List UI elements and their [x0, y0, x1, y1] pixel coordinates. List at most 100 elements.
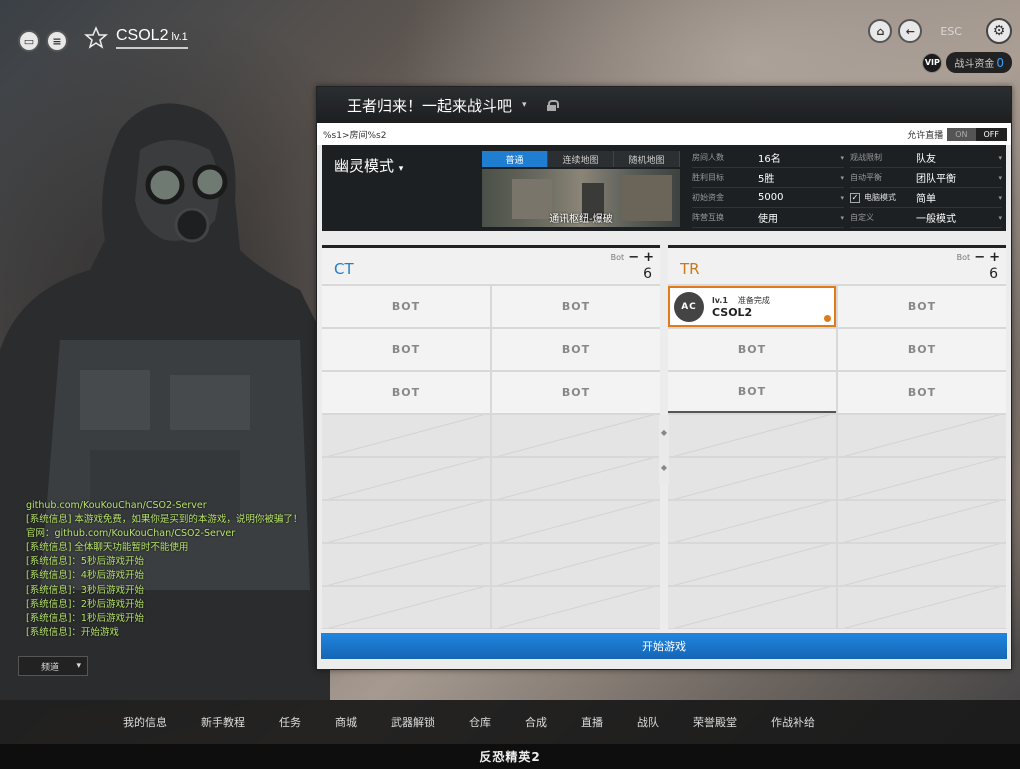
live-toggle[interactable]: ON OFF — [947, 127, 1007, 141]
nav-weapon-unlock[interactable]: 武器解锁 — [391, 714, 435, 730]
tr-slot-bot[interactable]: BOT — [668, 329, 836, 370]
ct-slot-empty[interactable] — [322, 544, 490, 585]
tab-continuous-map[interactable]: 连续地图 — [548, 151, 614, 167]
chat-toggle-icon[interactable]: ▭ — [18, 30, 40, 52]
vip-badge[interactable]: VIP — [922, 52, 943, 73]
game-mode-select[interactable]: 幽灵模式 ▾ — [334, 157, 403, 175]
nav-live[interactable]: 直播 — [581, 714, 603, 730]
nav-hall-of-fame[interactable]: 荣誉殿堂 — [693, 714, 737, 730]
tr-slot-bot[interactable]: BOT — [838, 286, 1006, 327]
chat-log: github.com/KouKouChan/CSO2-Server [系统信息]… — [26, 499, 302, 640]
team-tr: TR Bot − + 6 AC lv.1 准备完成 CSOL2 BOT BOT … — [668, 245, 1006, 629]
nav-supply[interactable]: 作战补给 — [771, 714, 815, 730]
ct-slot-empty[interactable] — [492, 458, 660, 499]
nav-tutorial[interactable]: 新手教程 — [201, 714, 245, 730]
chat-line: [系统信息]：1秒后游戏开始 — [26, 612, 144, 624]
tr-slot-empty[interactable] — [838, 415, 1006, 456]
ct-slot-bot[interactable]: BOT — [492, 372, 660, 413]
toggle-on[interactable]: ON — [947, 127, 976, 141]
home-icon[interactable]: ⌂ — [868, 19, 893, 43]
ct-slot-empty[interactable] — [492, 415, 660, 456]
map-thumbnail[interactable]: 通讯枢纽-爆破 — [482, 169, 680, 227]
tr-slot-bot[interactable]: BOT — [668, 372, 836, 413]
room-path: %s1>房间%s2 — [323, 130, 387, 141]
tab-random-map[interactable]: 随机地图 — [614, 151, 680, 167]
option-auto-balance[interactable]: 自动平衡 团队平衡 ▾ — [850, 168, 1002, 188]
tr-slot-empty[interactable] — [668, 415, 836, 456]
nav-inventory[interactable]: 仓库 — [469, 714, 491, 730]
fund-display: 战斗资金 0 — [946, 52, 1012, 73]
lock-icon[interactable] — [546, 99, 559, 111]
live-label: 允许直播 — [907, 130, 944, 141]
player-emblem-icon: AC — [674, 291, 704, 322]
ct-slot-bot[interactable]: BOT — [492, 329, 660, 370]
map-name: 通讯枢纽-爆破 — [549, 214, 613, 225]
ct-slot-empty[interactable] — [492, 544, 660, 585]
ct-slot-bot[interactable]: BOT — [322, 372, 490, 413]
ct-slot-empty[interactable] — [492, 587, 660, 628]
toggle-off[interactable]: OFF — [975, 127, 1007, 141]
tr-slot-empty[interactable] — [668, 458, 836, 499]
chat-channel-select[interactable]: 频道 ▾ — [18, 656, 88, 676]
option-custom[interactable]: 自定义 一般模式 ▾ — [850, 208, 1002, 228]
tr-bot-control: Bot − + — [956, 250, 1000, 265]
swap-left-icon[interactable]: ◆ — [661, 428, 667, 437]
gear-icon[interactable]: ⚙ — [986, 18, 1012, 44]
chat-line: [系统信息]：2秒后游戏开始 — [26, 598, 144, 610]
room-panel: 王者归来！一起来战斗吧 ▾ %s1>房间%s2 允许直播 ON OFF 幽灵模式… — [316, 86, 1012, 670]
nav-missions[interactable]: 任务 — [279, 714, 301, 730]
tr-bot-plus-button[interactable]: + — [989, 250, 1000, 265]
ct-slot-bot[interactable]: BOT — [322, 329, 490, 370]
tr-slot-empty[interactable] — [668, 587, 836, 628]
room-title-bar: 王者归来！一起来战斗吧 ▾ — [317, 87, 1011, 123]
option-spectate-limit[interactable]: 观战限制 队友 ▾ — [850, 148, 1002, 168]
nav-craft[interactable]: 合成 — [525, 714, 547, 730]
player-name: CSOL2 lv.1 — [116, 27, 188, 49]
option-win-target[interactable]: 胜利目标 5胜 ▾ — [692, 168, 844, 188]
chat-line: [系统信息] 本游戏免费，如果你是买到的本游戏，说明你被骗了！ — [26, 514, 303, 526]
ct-slot-empty[interactable] — [322, 458, 490, 499]
menu-icon[interactable]: ≡ — [46, 30, 68, 52]
ct-slot-empty[interactable] — [322, 415, 490, 456]
option-team-swap[interactable]: 阵营互换 使用 ▾ — [692, 208, 844, 228]
nav-my-info[interactable]: 我的信息 — [123, 714, 167, 730]
esc-label[interactable]: ESC — [940, 25, 962, 38]
tr-slot-empty[interactable] — [668, 544, 836, 585]
swap-right-icon[interactable]: ◆ — [661, 463, 667, 472]
nav-shop[interactable]: 商城 — [335, 714, 357, 730]
game-logo: 反恐精英2 — [479, 750, 541, 764]
option-room-size[interactable]: 房间人数 16名 ▾ — [692, 148, 844, 168]
option-start-money[interactable]: 初始资金 5000 ▾ — [692, 188, 844, 208]
chat-line: [系统信息]：开始游戏 — [26, 626, 119, 638]
tr-slot-bot[interactable]: BOT — [838, 329, 1006, 370]
team-tr-name: TR — [680, 260, 700, 278]
tr-slot-empty[interactable] — [838, 587, 1006, 628]
team-swap-control[interactable]: ◆ ◆ — [659, 415, 669, 485]
ct-bot-minus-button[interactable]: − — [628, 250, 639, 265]
tr-slot-player[interactable]: AC lv.1 准备完成 CSOL2 — [668, 286, 836, 327]
room-title[interactable]: 王者归来！一起来战斗吧 — [347, 95, 512, 116]
ct-slot-empty[interactable] — [322, 587, 490, 628]
ct-bot-plus-button[interactable]: + — [643, 250, 654, 265]
tab-normal-map[interactable]: 普通 — [482, 151, 548, 167]
bot-mode-checkbox[interactable]: ✓ — [850, 192, 860, 203]
option-bot-mode[interactable]: ✓ 电脑模式 简单 ▾ — [850, 188, 1002, 208]
ct-slot-empty[interactable] — [322, 501, 490, 542]
ct-slot-bot[interactable]: BOT — [322, 286, 490, 327]
player-tag: CSOL2 lv.1 — [84, 26, 188, 50]
tr-bot-minus-button[interactable]: − — [974, 250, 985, 265]
back-arrow-icon[interactable]: ← — [898, 19, 923, 43]
chat-line: [系统信息]：5秒后游戏开始 — [26, 556, 144, 568]
chat-line: github.com/KouKouChan/CSO2-Server — [26, 500, 207, 511]
ct-bot-count: 6 — [643, 266, 652, 282]
tr-slot-empty[interactable] — [838, 501, 1006, 542]
tr-slot-empty[interactable] — [838, 544, 1006, 585]
chevron-down-icon[interactable]: ▾ — [522, 100, 527, 110]
ct-slot-empty[interactable] — [492, 501, 660, 542]
nav-clan[interactable]: 战队 — [637, 714, 659, 730]
tr-slot-empty[interactable] — [668, 501, 836, 542]
tr-slot-empty[interactable] — [838, 458, 1006, 499]
tr-slot-bot[interactable]: BOT — [838, 372, 1006, 413]
ct-slot-bot[interactable]: BOT — [492, 286, 660, 327]
start-game-button[interactable]: 开始游戏 — [321, 633, 1007, 659]
